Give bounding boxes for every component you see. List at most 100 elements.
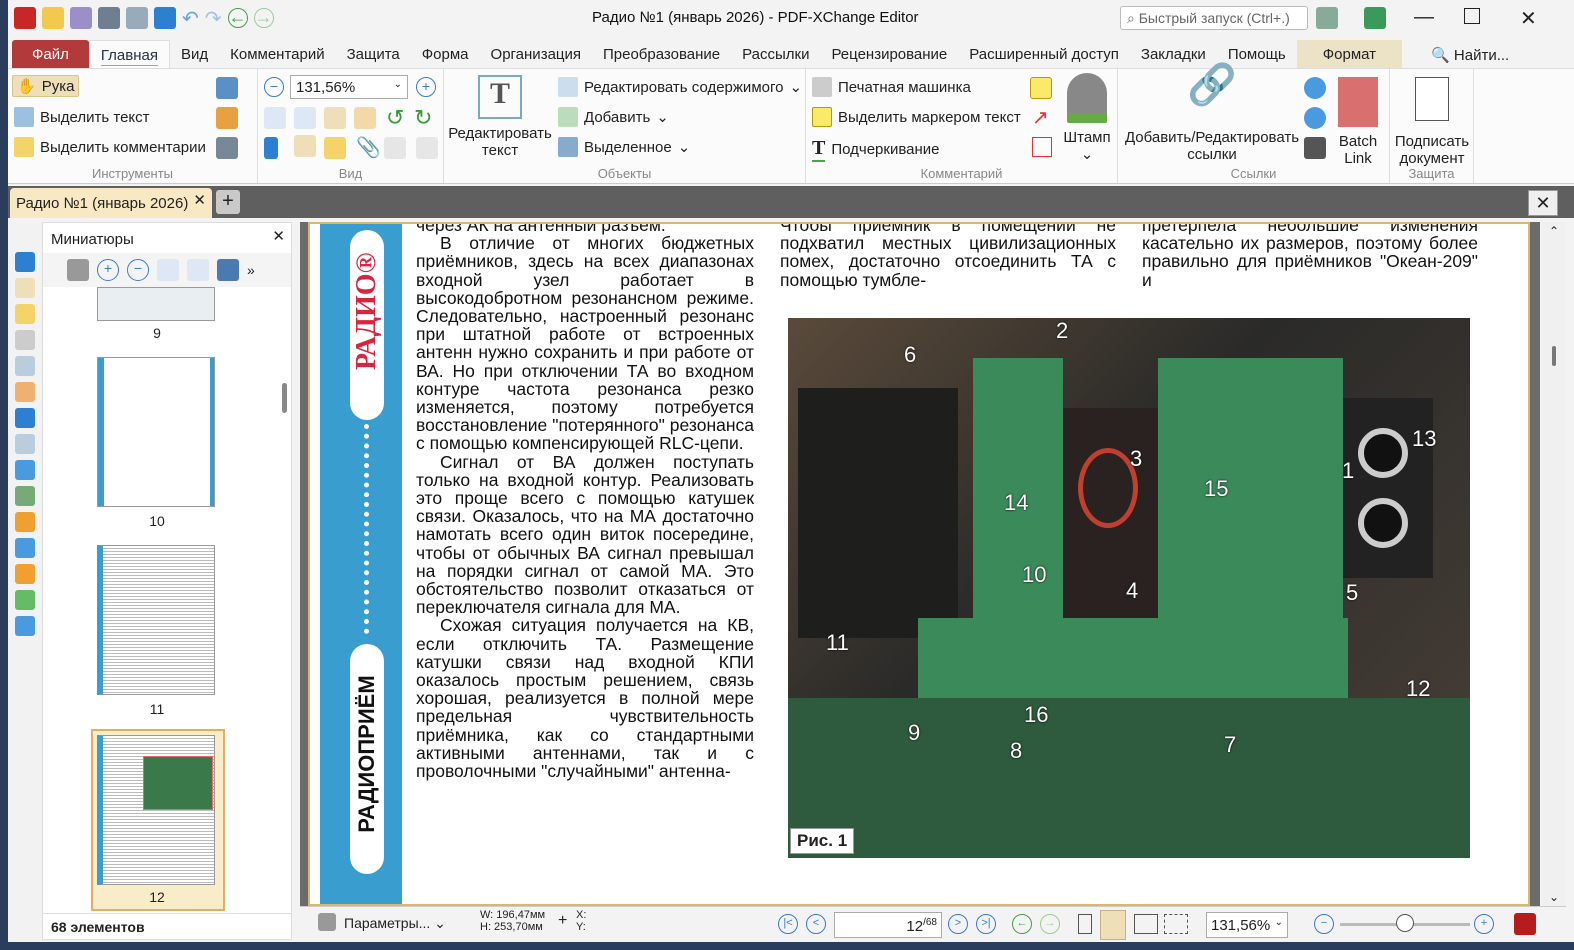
sign-document-button[interactable]: Подписать документ: [1392, 77, 1472, 167]
links-panel-icon[interactable]: [15, 512, 35, 532]
select-text-button[interactable]: Выделить текст: [14, 107, 150, 127]
order-panel-icon[interactable]: [15, 564, 35, 584]
attachments-panel-icon[interactable]: [15, 330, 35, 350]
maximize-button[interactable]: [1464, 8, 1480, 24]
tab-form[interactable]: Форма: [411, 40, 480, 68]
fields-icon[interactable]: [384, 137, 406, 159]
continuous-page-icon[interactable]: [1100, 910, 1126, 940]
destinations-panel-icon[interactable]: [15, 460, 35, 480]
snapshot-icon[interactable]: [216, 77, 238, 99]
rotate-ccw-90-icon[interactable]: [157, 259, 179, 281]
layers-panel-icon[interactable]: [15, 408, 35, 428]
actual-size-icon[interactable]: [264, 107, 286, 129]
undo-icon[interactable]: ↶: [182, 6, 199, 31]
tab-file[interactable]: Файл: [12, 40, 89, 68]
edit-content-button[interactable]: Редактировать содержимого ⌄: [558, 77, 802, 97]
clipboard-icon[interactable]: [216, 107, 238, 129]
edit-text-button[interactable]: T Редактировать текст: [448, 75, 552, 159]
signatures-panel-icon[interactable]: [15, 382, 35, 402]
add-edit-links-button[interactable]: 🔗 Добавить/Редактировать ссылки: [1122, 65, 1302, 163]
reduce-icon[interactable]: −: [127, 259, 149, 281]
attachments-icon[interactable]: 📎: [356, 135, 381, 160]
vertical-scrollbar[interactable]: ⌃ ⌄: [1542, 222, 1566, 906]
scan-icon[interactable]: [154, 7, 176, 29]
zoom-out-button[interactable]: −: [264, 77, 284, 97]
scroll-thumb[interactable]: [1552, 346, 1556, 366]
fit-page-icon[interactable]: [294, 107, 316, 129]
properties-icon[interactable]: [416, 137, 438, 159]
bookmarks-icon[interactable]: [264, 137, 278, 159]
bookmarks-panel-icon[interactable]: [15, 252, 35, 272]
thumbnail-page-10[interactable]: [97, 357, 215, 507]
stamp-button[interactable]: Штамп ⌄: [1060, 73, 1114, 163]
single-page-icon[interactable]: [1078, 914, 1092, 934]
tab-view[interactable]: Вид: [170, 40, 219, 68]
email-icon[interactable]: [126, 7, 148, 29]
facing-pages-icon[interactable]: [1134, 914, 1158, 934]
tab-review[interactable]: Рецензирование: [820, 40, 958, 68]
back-view-button[interactable]: ←: [1012, 914, 1032, 934]
selected-button[interactable]: Выделенное ⌄: [558, 137, 690, 157]
new-tab-button[interactable]: +: [216, 190, 240, 214]
scroll-down-icon[interactable]: ⌄: [1549, 890, 1559, 904]
comments-panel-icon[interactable]: [15, 304, 35, 324]
close-panel-icon[interactable]: ✕: [272, 227, 285, 245]
options-button[interactable]: Параметры... ⌄: [344, 915, 446, 932]
fit-visible-icon[interactable]: [354, 107, 376, 129]
save-icon[interactable]: [70, 7, 92, 29]
back-icon[interactable]: ←: [227, 8, 248, 28]
thumbnails-icon[interactable]: [294, 135, 316, 157]
find-icon[interactable]: [216, 137, 238, 159]
tab-organize[interactable]: Организация: [480, 40, 592, 68]
highlight-button[interactable]: Выделить маркером текст: [812, 107, 1021, 127]
zoom-in-button[interactable]: +: [416, 77, 436, 97]
underline-button[interactable]: T Подчеркивание: [812, 137, 939, 162]
first-page-button[interactable]: |<: [778, 914, 798, 934]
fields-panel-icon[interactable]: [15, 356, 35, 376]
comments-panel-icon[interactable]: [324, 137, 346, 159]
pdf-mode-icon[interactable]: [1514, 913, 1536, 935]
close-button[interactable]: ✕: [1520, 6, 1537, 31]
close-tab-icon[interactable]: ✕: [193, 191, 206, 209]
fit-width-icon[interactable]: [324, 107, 346, 129]
enlarge-icon[interactable]: +: [97, 259, 119, 281]
sticky-note-icon[interactable]: [1030, 77, 1052, 99]
print-pages-icon[interactable]: [217, 259, 239, 281]
zoom-select[interactable]: 131,56% ⌄: [290, 75, 408, 99]
prev-page-button[interactable]: <: [806, 914, 826, 934]
typewriter-button[interactable]: Печатная машинка: [812, 77, 971, 97]
zoom-slider-thumb[interactable]: [1396, 914, 1414, 932]
tab-protect[interactable]: Защита: [336, 40, 411, 68]
fullscreen-icon[interactable]: [1364, 7, 1386, 29]
forward-view-button[interactable]: →: [1040, 914, 1060, 934]
rectangle-icon[interactable]: [1032, 137, 1052, 157]
rotate-left-icon[interactable]: ↺: [386, 105, 404, 131]
continuous-facing-icon[interactable]: [1164, 914, 1188, 934]
status-zoom-select[interactable]: 131,56% ⌄: [1206, 912, 1288, 938]
structure-panel-icon[interactable]: [15, 486, 35, 506]
status-zoom-out-button[interactable]: −: [1314, 914, 1334, 934]
qr-code-icon[interactable]: [1304, 137, 1326, 159]
page-number-input[interactable]: 12/68: [834, 912, 942, 938]
thumbnails-scrollbar[interactable]: [282, 383, 287, 413]
rotate-cw-90-icon[interactable]: [187, 259, 209, 281]
content-panel-icon[interactable]: [15, 434, 35, 454]
accessibility-panel-icon[interactable]: [15, 590, 35, 610]
tab-mailings[interactable]: Рассылки: [731, 40, 820, 68]
hand-tool-button[interactable]: ✋ Рука: [12, 75, 80, 97]
rotate-right-icon[interactable]: ↻: [414, 105, 432, 131]
arrow-icon[interactable]: ↗: [1032, 105, 1049, 130]
tab-home[interactable]: Главная: [88, 40, 170, 68]
scroll-up-icon[interactable]: ⌃: [1549, 224, 1559, 238]
close-document-button[interactable]: ✕: [1528, 190, 1558, 216]
document-tab[interactable]: Радио №1 (январь 2026) ✕: [10, 188, 212, 218]
add-button[interactable]: Добавить ⌄: [558, 107, 669, 127]
options-gear-icon[interactable]: [67, 259, 89, 281]
web-link-remove-icon[interactable]: [1304, 107, 1326, 129]
web-link-add-icon[interactable]: [1304, 77, 1326, 99]
print-icon[interactable]: [98, 7, 120, 29]
tab-comment[interactable]: Комментарий: [219, 40, 335, 68]
more-icon[interactable]: »: [247, 262, 255, 278]
minimize-button[interactable]: —: [1414, 6, 1434, 29]
forward-icon[interactable]: →: [253, 8, 274, 28]
